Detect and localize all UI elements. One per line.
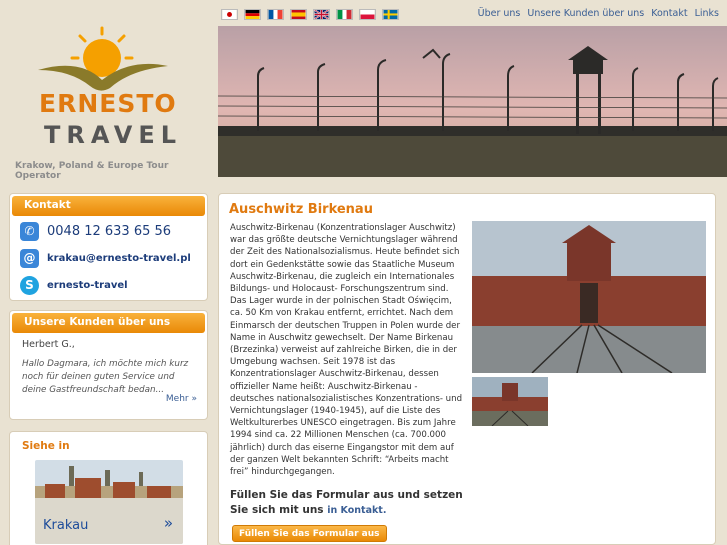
contact-title: Kontakt — [12, 196, 205, 216]
skype-icon: S — [20, 275, 39, 295]
contact-box: Kontakt ✆ 0048 12 633 65 56 @ krakau@ern… — [9, 193, 208, 301]
chevron-right-icon: » — [163, 514, 173, 532]
nav-about-us[interactable]: Über uns — [478, 8, 521, 19]
contact-link[interactable]: in Kontakt. — [327, 505, 386, 516]
form-call-to-action: Füllen Sie das Formular aus und setzen S… — [230, 488, 470, 518]
top-navigation: Über uns Unsere Kunden über uns Kontakt … — [478, 8, 719, 19]
tagline: Krakow, Poland & Europe Tour Operator — [15, 161, 169, 181]
phone-icon: ✆ — [20, 221, 39, 241]
gate-photo[interactable] — [472, 221, 706, 373]
krakow-card[interactable]: Krakau » — [35, 460, 183, 544]
gate-thumbnail[interactable] — [472, 377, 548, 426]
see-in-box: Siehe in Krakau » — [9, 431, 208, 545]
contact-email-row[interactable]: @ krakau@ernesto-travel.pl — [20, 246, 207, 270]
skype-name: ernesto-travel — [47, 279, 128, 291]
form-button[interactable]: Füllen Sie das Formular aus — [232, 525, 387, 542]
testimonials-box: Unsere Kunden über uns Herbert G., Hallo… — [9, 310, 208, 420]
contact-skype-row[interactable]: S ernesto-travel — [20, 273, 207, 297]
flag-spain-icon[interactable] — [290, 9, 307, 20]
flag-germany-icon[interactable] — [244, 9, 261, 20]
flag-italy-icon[interactable] — [336, 9, 353, 20]
email-address: krakau@ernesto-travel.pl — [47, 252, 191, 264]
language-selector — [221, 9, 399, 20]
testimonial-author: Herbert G., — [22, 339, 75, 350]
brand-line-1: ERNESTO — [39, 89, 177, 118]
flag-france-icon[interactable] — [267, 9, 284, 20]
nav-testimonials[interactable]: Unsere Kunden über uns — [527, 8, 644, 19]
flag-japan-icon[interactable] — [221, 9, 238, 20]
nav-contact[interactable]: Kontakt — [651, 8, 687, 19]
logo[interactable]: ERNESTO TRAVEL Krakow, Poland & Europe T… — [0, 0, 217, 185]
phone-number: 0048 12 633 65 56 — [47, 223, 172, 239]
email-icon: @ — [20, 248, 39, 268]
nav-links[interactable]: Links — [695, 8, 719, 19]
hero-image — [218, 26, 727, 177]
main-content: Auschwitz Birkenau Auschwitz-Birkenau (K… — [218, 193, 716, 545]
testimonial-quote: Hallo Dagmara, ich möchte mich kurz noch… — [22, 359, 189, 395]
krakow-label: Krakau — [43, 518, 89, 533]
brand-line-2: TRAVEL — [44, 121, 183, 149]
testimonials-title[interactable]: Unsere Kunden über uns — [12, 313, 205, 333]
article-body: Auschwitz-Birkenau (Konzentrationslager … — [230, 223, 463, 478]
flag-sweden-icon[interactable] — [382, 9, 399, 20]
contact-phone-row[interactable]: ✆ 0048 12 633 65 56 — [20, 219, 207, 243]
flag-uk-icon[interactable] — [313, 9, 330, 20]
flag-poland-icon[interactable] — [359, 9, 376, 20]
page-title: Auschwitz Birkenau — [229, 202, 373, 217]
more-link[interactable]: Mehr » — [166, 394, 197, 404]
see-in-title: Siehe in — [22, 440, 70, 452]
